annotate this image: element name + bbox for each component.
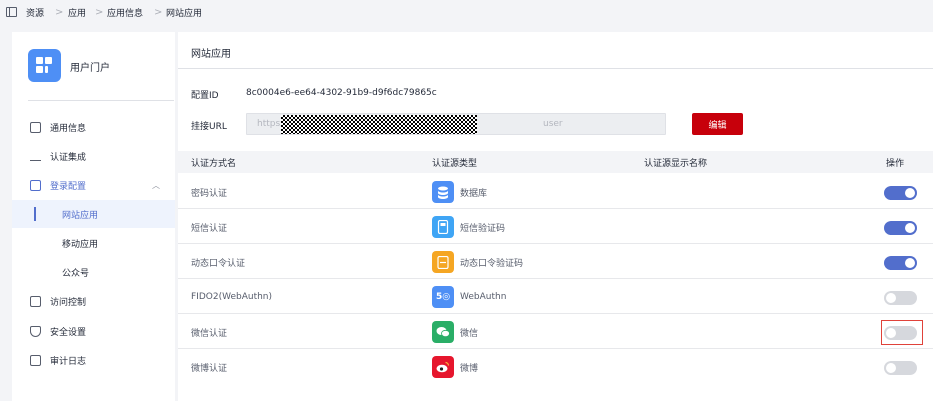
breadcrumb-bar: 资源 > 应用 > 应用信息 > 网站应用 bbox=[0, 0, 933, 24]
column-header-display-name: 认证源显示名称 bbox=[644, 158, 708, 169]
sidebar-item-login-config[interactable]: 登录配置 ︿ bbox=[12, 171, 175, 199]
table-row: 短信认证 短信验证码 bbox=[178, 210, 933, 244]
otp-icon bbox=[432, 251, 454, 273]
wechat-icon bbox=[432, 321, 454, 343]
breadcrumb-separator: > bbox=[55, 6, 64, 18]
audit-log-icon bbox=[30, 354, 41, 366]
url-field-suffix: user bbox=[543, 119, 563, 129]
column-header-actions: 操作 bbox=[886, 158, 905, 169]
enable-toggle[interactable] bbox=[884, 221, 917, 235]
page-gap bbox=[0, 24, 933, 32]
url-label: 挂接URL bbox=[191, 122, 227, 132]
method-name: 微信认证 bbox=[191, 328, 228, 339]
app-logo-icon bbox=[28, 49, 61, 82]
sidebar-item-security-settings[interactable]: 安全设置 bbox=[12, 317, 175, 345]
table-row: 微信认证 微信 bbox=[178, 315, 933, 349]
page-title: 网站应用 bbox=[191, 49, 231, 60]
app-name: 用户门户 bbox=[70, 63, 110, 74]
sidebar-item-label: 通用信息 bbox=[50, 123, 87, 134]
source-name: WebAuthn bbox=[460, 292, 507, 302]
enable-toggle[interactable] bbox=[884, 291, 917, 305]
sidebar-item-label: 登录配置 bbox=[50, 181, 87, 192]
column-header-source-type: 认证源类型 bbox=[432, 158, 478, 169]
sidebar-item-label: 安全设置 bbox=[50, 327, 87, 338]
info-icon bbox=[30, 121, 41, 133]
method-name: FIDO2(WebAuthn) bbox=[191, 292, 273, 302]
main-panel: 网站应用 配置ID 8c0004e6-ee64-4302-91b9-d9f6dc… bbox=[178, 32, 933, 401]
sidebar-item-audit-log[interactable]: 审计日志 bbox=[12, 346, 175, 374]
sidebar: 用户门户 通用信息 认证集成 登录配置 ︿ 网站应用 移动应用 公众号 访问控制… bbox=[12, 32, 175, 401]
config-id-label: 配置ID bbox=[191, 91, 219, 101]
enable-toggle[interactable] bbox=[884, 361, 917, 375]
source-name: 微博 bbox=[460, 363, 479, 374]
source-name: 动态口令验证码 bbox=[460, 258, 524, 269]
sidebar-subitem-website-app[interactable]: 网站应用 bbox=[12, 200, 175, 228]
sidebar-item-access-control[interactable]: 访问控制 bbox=[12, 287, 175, 315]
highlight-box bbox=[881, 320, 923, 345]
sidebar-item-auth-integration[interactable]: 认证集成 bbox=[12, 142, 175, 170]
integration-icon bbox=[30, 152, 41, 161]
collapse-panel-icon[interactable] bbox=[6, 7, 17, 17]
table-row: FIDO2(WebAuthn) 5◎ WebAuthn bbox=[178, 280, 933, 314]
breadcrumb-item-apps[interactable]: 应用 bbox=[68, 0, 86, 24]
table-header: 认证方式名 认证源类型 认证源显示名称 操作 bbox=[178, 151, 933, 173]
sms-icon bbox=[432, 216, 454, 238]
method-name: 密码认证 bbox=[191, 188, 228, 199]
source-name: 数据库 bbox=[460, 188, 488, 199]
edit-button[interactable]: 编辑 bbox=[692, 113, 743, 135]
table-row: 密码认证 数据库 bbox=[178, 175, 933, 209]
method-name: 动态口令认证 bbox=[191, 258, 246, 269]
divider bbox=[178, 68, 933, 69]
sidebar-subitem-label: 公众号 bbox=[62, 268, 90, 279]
database-icon bbox=[432, 181, 454, 203]
sidebar-item-label: 访问控制 bbox=[50, 297, 87, 308]
sidebar-subitem-official-account[interactable]: 公众号 bbox=[12, 258, 175, 286]
column-header-method: 认证方式名 bbox=[191, 158, 237, 169]
breadcrumb-separator: > bbox=[154, 6, 163, 18]
table-row: 微博认证 微博 bbox=[178, 350, 933, 384]
weibo-icon bbox=[432, 356, 454, 378]
url-field: https:// user bbox=[246, 113, 666, 135]
login-config-icon bbox=[30, 179, 41, 191]
sidebar-item-label: 审计日志 bbox=[50, 356, 87, 367]
sidebar-item-label: 认证集成 bbox=[50, 152, 87, 163]
table-row: 动态口令认证 动态口令验证码 bbox=[178, 245, 933, 279]
enable-toggle[interactable] bbox=[884, 256, 917, 270]
breadcrumb-separator: > bbox=[95, 6, 104, 18]
divider bbox=[28, 100, 174, 101]
sidebar-subitem-label: 移动应用 bbox=[62, 239, 99, 250]
breadcrumb-item-app-info[interactable]: 应用信息 bbox=[107, 0, 143, 24]
config-id-value: 8c0004e6-ee64-4302-91b9-d9f6dc79865c bbox=[246, 88, 437, 98]
sidebar-subitem-label: 网站应用 bbox=[62, 210, 99, 221]
method-name: 微博认证 bbox=[191, 363, 228, 374]
sidebar-item-general-info[interactable]: 通用信息 bbox=[12, 113, 175, 141]
breadcrumb-item-resources[interactable]: 资源 bbox=[26, 0, 44, 24]
chevron-up-icon: ︿ bbox=[152, 180, 160, 190]
redacted-mask bbox=[281, 115, 477, 134]
sidebar-subitem-mobile-app[interactable]: 移动应用 bbox=[12, 229, 175, 257]
access-control-icon bbox=[30, 295, 41, 307]
source-name: 微信 bbox=[460, 328, 479, 339]
method-name: 短信认证 bbox=[191, 223, 228, 234]
webauthn-icon: 5◎ bbox=[432, 286, 454, 308]
shield-icon bbox=[30, 325, 41, 337]
page-gap bbox=[0, 24, 12, 401]
enable-toggle[interactable] bbox=[884, 186, 917, 200]
breadcrumb-item-website-app: 网站应用 bbox=[166, 8, 203, 19]
source-name: 短信验证码 bbox=[460, 223, 506, 234]
